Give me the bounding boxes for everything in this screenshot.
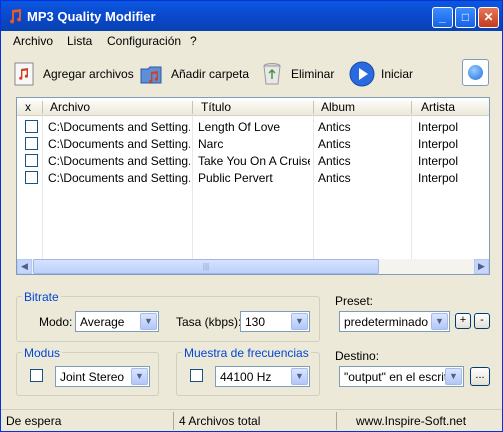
mode-label: Modo:	[39, 315, 73, 329]
add-folder-label: Añadir carpeta	[171, 67, 250, 81]
chevron-down-icon[interactable]: ▼	[431, 313, 448, 330]
row-album: Antics	[318, 137, 351, 151]
minimize-button[interactable]: _	[432, 7, 453, 28]
list-header: x Archivo Título Album Artista	[17, 98, 489, 116]
mode-select[interactable]: Average ▼	[75, 311, 159, 332]
toolbar: Agregar archivos Añadir carpeta Eliminar…	[1, 53, 502, 93]
modus-select[interactable]: Joint Stereo ▼	[55, 366, 150, 387]
status-count: 4 Archivos total	[179, 414, 261, 428]
row-album: Antics	[318, 154, 351, 168]
recycle-bin-icon	[259, 61, 285, 87]
stop-button[interactable]	[462, 59, 489, 86]
sample-rate-group-label: Muestra de frecuencias	[182, 346, 311, 360]
col-archivo[interactable]: Archivo	[50, 100, 90, 114]
col-titulo[interactable]: Título	[201, 100, 231, 114]
row-title: Take You On A Cruise	[198, 154, 310, 168]
row-title: Public Pervert	[198, 171, 273, 185]
row-file: C:\Documents and Setting...	[48, 120, 190, 134]
row-album: Antics	[318, 171, 351, 185]
start-label: Iniciar	[381, 67, 414, 81]
add-preset-button[interactable]: +	[455, 313, 471, 329]
remove-preset-button[interactable]: -	[474, 313, 490, 329]
menu-configuracion[interactable]: Configuración	[107, 34, 181, 48]
table-row[interactable]: C:\Documents and Setting... Public Perve…	[17, 169, 489, 186]
row-checkbox[interactable]	[25, 137, 38, 150]
add-folder-button[interactable]: Añadir carpeta	[139, 59, 249, 89]
status-website-link[interactable]: www.Inspire-Soft.net	[356, 414, 466, 428]
chevron-down-icon[interactable]: ▼	[291, 368, 308, 385]
app-window: MP3 Quality Modifier _ □ ✕ Archivo Lista…	[0, 0, 503, 432]
row-artist: Interpol	[418, 137, 459, 151]
row-file: C:\Documents and Setting...	[48, 154, 190, 168]
modus-checkbox[interactable]	[30, 369, 43, 382]
title-bar[interactable]: MP3 Quality Modifier _ □ ✕	[1, 1, 502, 31]
col-artista[interactable]: Artista	[421, 100, 455, 114]
table-row[interactable]: C:\Documents and Setting... Length Of Lo…	[17, 118, 489, 135]
status-bar: De espera 4 Archivos total www.Inspire-S…	[1, 409, 502, 431]
browse-button[interactable]: ...	[470, 367, 490, 386]
sample-rate-value: 44100 Hz	[220, 370, 272, 384]
col-x[interactable]: x	[25, 100, 31, 114]
row-artist: Interpol	[418, 120, 459, 134]
maximize-button[interactable]: □	[455, 7, 476, 28]
row-checkbox[interactable]	[25, 154, 38, 167]
menu-archivo[interactable]: Archivo	[13, 34, 53, 48]
table-row[interactable]: C:\Documents and Setting... Take You On …	[17, 152, 489, 169]
preset-select[interactable]: predeterminado ▼	[339, 311, 450, 332]
music-file-icon	[11, 61, 37, 87]
chevron-down-icon[interactable]: ▼	[445, 368, 462, 385]
col-album[interactable]: Album	[321, 100, 355, 114]
row-artist: Interpol	[418, 171, 459, 185]
remove-button[interactable]: Eliminar	[259, 59, 334, 89]
modus-group-label: Modus	[22, 346, 63, 360]
chevron-down-icon[interactable]: ▼	[291, 313, 308, 330]
status-state: De espera	[6, 414, 62, 428]
scroll-right-icon[interactable]: ▶	[474, 259, 489, 274]
sample-rate-checkbox[interactable]	[190, 369, 203, 382]
destination-value: "output" en el escritor	[344, 370, 446, 384]
row-file: C:\Documents and Setting...	[48, 137, 190, 151]
preset-value: predeterminado	[344, 315, 429, 329]
music-note-icon	[7, 8, 23, 24]
row-album: Antics	[318, 120, 351, 134]
menu-bar: Archivo Lista Configuración ?	[1, 31, 502, 51]
preset-label: Preset:	[335, 294, 374, 308]
row-checkbox[interactable]	[25, 120, 38, 133]
add-files-label: Agregar archivos	[43, 67, 134, 81]
bitrate-group-label: Bitrate	[22, 290, 61, 304]
destination-select[interactable]: "output" en el escritor ▼	[339, 366, 464, 387]
row-title: Narc	[198, 137, 224, 151]
close-button[interactable]: ✕	[478, 7, 499, 28]
row-checkbox[interactable]	[25, 171, 38, 184]
chevron-down-icon[interactable]: ▼	[131, 368, 148, 385]
modus-value: Joint Stereo	[60, 370, 125, 384]
scroll-thumb[interactable]: |||	[33, 259, 379, 274]
row-title: Length Of Love	[198, 120, 281, 134]
play-icon	[349, 61, 375, 87]
start-button[interactable]: Iniciar	[349, 59, 413, 89]
row-file: C:\Documents and Setting...	[48, 171, 190, 185]
destination-label: Destino:	[335, 349, 380, 363]
menu-lista[interactable]: Lista	[67, 34, 92, 48]
window-title: MP3 Quality Modifier	[27, 9, 156, 24]
add-files-button[interactable]: Agregar archivos	[11, 59, 134, 89]
rate-label: Tasa (kbps):	[176, 315, 242, 329]
file-list[interactable]: x Archivo Título Album Artista C:\Docume…	[16, 97, 490, 275]
scroll-left-icon[interactable]: ◀	[17, 259, 32, 274]
chevron-down-icon[interactable]: ▼	[140, 313, 157, 330]
music-folder-icon	[139, 61, 165, 87]
stop-icon	[468, 65, 483, 80]
menu-help[interactable]: ?	[190, 34, 197, 48]
horizontal-scrollbar[interactable]: ◀ ||| ▶	[17, 259, 489, 274]
remove-label: Eliminar	[291, 67, 335, 81]
table-row[interactable]: C:\Documents and Setting... Narc Antics …	[17, 135, 489, 152]
rate-value: 130	[245, 315, 266, 329]
mode-value: Average	[80, 315, 125, 329]
rate-select[interactable]: 130 ▼	[240, 311, 310, 332]
row-artist: Interpol	[418, 154, 459, 168]
sample-rate-select[interactable]: 44100 Hz ▼	[215, 366, 310, 387]
